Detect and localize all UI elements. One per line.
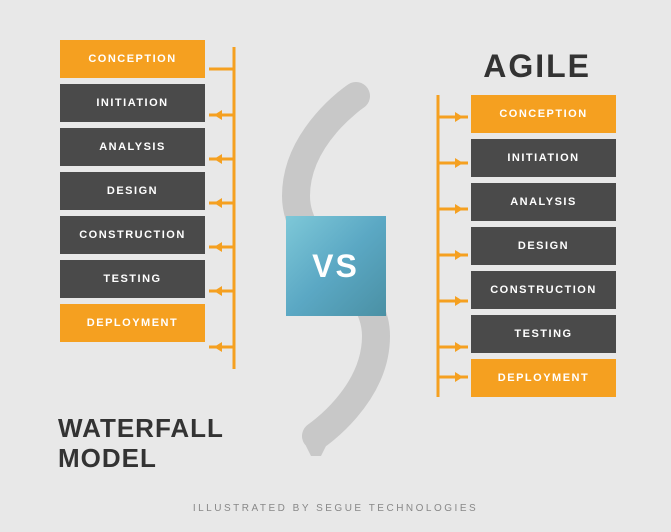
agile-step-4: CONSTRUCTION bbox=[471, 271, 616, 309]
main-container: VS CONCEPTIONINITIATIONANALYSISDESIGNCON… bbox=[0, 0, 671, 532]
vs-box: VS bbox=[286, 216, 386, 316]
vs-label: VS bbox=[312, 248, 359, 285]
agile-step-2: ANALYSIS bbox=[471, 183, 616, 221]
waterfall-section: CONCEPTION INITIATION ANALYSIS DESIGN CONSTR… bbox=[60, 40, 205, 348]
waterfall-steps: CONCEPTION INITIATION ANALYSIS DESIGN CONSTR… bbox=[60, 40, 205, 348]
left-connector bbox=[204, 47, 239, 369]
waterfall-step-3: DESIGN bbox=[60, 172, 205, 210]
agile-step-0: CONCEPTION bbox=[471, 95, 616, 133]
agile-step-6: DEPLOYMENT bbox=[471, 359, 616, 397]
waterfall-step-1: INITIATION bbox=[60, 84, 205, 122]
agile-label: AGILE bbox=[483, 48, 591, 85]
agile-steps: CONCEPTION INITIATION ANALYSIS DESIGN CONSTR… bbox=[471, 95, 616, 397]
right-connector bbox=[433, 95, 473, 397]
agile-step-5: TESTING bbox=[471, 315, 616, 353]
waterfall-step-2: ANALYSIS bbox=[60, 128, 205, 166]
agile-section: CONCEPTION INITIATION ANALYSIS DESIGN CONSTR… bbox=[471, 95, 616, 403]
waterfall-step-5: TESTING bbox=[60, 260, 205, 298]
footer-text: ILLUSTRATED BY SEGUE TECHNOLOGIES bbox=[193, 503, 478, 514]
waterfall-label: WATERFALL MODEL bbox=[58, 414, 224, 474]
waterfall-step-0: CONCEPTION bbox=[60, 40, 205, 78]
waterfall-step-4: CONSTRUCTION bbox=[60, 216, 205, 254]
waterfall-step-6: DEPLOYMENT bbox=[60, 304, 205, 342]
agile-step-1: INITIATION bbox=[471, 139, 616, 177]
agile-step-3: DESIGN bbox=[471, 227, 616, 265]
